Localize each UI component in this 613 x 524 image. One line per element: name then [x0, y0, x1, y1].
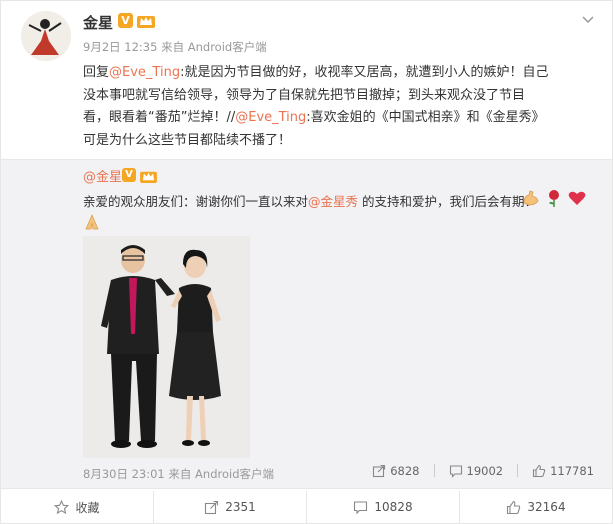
- thumbs-up-icon: [533, 464, 546, 478]
- chevron-down-icon[interactable]: [580, 11, 596, 27]
- mention-link[interactable]: @金星秀: [308, 194, 358, 209]
- share-icon: [373, 464, 386, 478]
- like-count[interactable]: 117781: [532, 464, 594, 478]
- vip-crown-icon: [137, 13, 155, 28]
- emoji-row: [521, 188, 587, 208]
- rose-emoji-icon: [544, 188, 564, 208]
- mention-link[interactable]: @Eve_Ting: [109, 65, 180, 80]
- comment-button[interactable]: 10828: [307, 491, 460, 523]
- post-line-3: 看，眼看着“番茄”烂掉！//@Eve_Ting:喜欢金姐的《中国式相亲》和《金星…: [83, 110, 545, 125]
- comment-icon: [354, 500, 368, 514]
- comment-count[interactable]: 19002: [449, 464, 503, 478]
- share-icon: [205, 500, 219, 514]
- post-timestamp: 9月2日 12:35 来自 Android客户端: [83, 40, 267, 54]
- repost-text: 亲爱的观众朋友们：谢谢你们一直以来对@金星秀 的支持和爱护，我们后会有期！: [83, 194, 538, 209]
- repost-author[interactable]: @金星: [83, 166, 122, 185]
- divider: [517, 464, 519, 477]
- thumbs-up-icon: [507, 500, 521, 514]
- repost-button[interactable]: 2351: [154, 491, 307, 523]
- repost-timestamp: 8月30日 23:01 来自 Android客户端: [83, 467, 275, 481]
- like-button[interactable]: 32164: [460, 491, 612, 523]
- vip-crown-icon: [140, 168, 157, 183]
- divider: [433, 464, 435, 477]
- reposted-post[interactable]: @金星 V 亲爱的观众朋友们：谢谢你们一直以来对@金星秀 的支持和爱护，我们后会…: [1, 159, 612, 489]
- action-bar: 收藏 2351 10828 32164: [1, 491, 612, 523]
- verified-icon: V: [122, 168, 136, 182]
- repost-count[interactable]: 6828: [372, 464, 420, 478]
- author-name[interactable]: 金星: [83, 12, 113, 33]
- repost-photo[interactable]: [83, 236, 250, 458]
- star-icon: [54, 499, 70, 514]
- pray-emoji-icon: [83, 213, 101, 231]
- avatar[interactable]: [21, 11, 71, 61]
- post-line-2: 没本事吧就写信给领导，领导为了自保就先把节目撤掉；到头来观众没了节目: [83, 87, 526, 103]
- collect-button[interactable]: 收藏: [1, 491, 154, 523]
- verified-icon: V: [118, 13, 133, 28]
- post-text: 回复@Eve_Ting:就是因为节目做的好，收视率又居高，就遭到小人的嫉妒！自己…: [83, 62, 593, 152]
- muscle-emoji-icon: [521, 188, 541, 208]
- post-line-1: 回复@Eve_Ting:就是因为节目做的好，收视率又居高，就遭到小人的嫉妒！自己: [83, 65, 549, 80]
- mention-link[interactable]: @Eve_Ting: [235, 110, 306, 125]
- comment-icon: [449, 465, 462, 478]
- post-line-4: 可是为什么这些节目都陆续不播了！: [83, 132, 292, 148]
- weibo-post: 金星 V 9月2日 12:35 来自 Android客户端 回复@Eve_Tin…: [0, 0, 613, 524]
- repost-stats: 6828 19002 117781: [372, 464, 594, 478]
- heart-emoji-icon: [567, 188, 587, 208]
